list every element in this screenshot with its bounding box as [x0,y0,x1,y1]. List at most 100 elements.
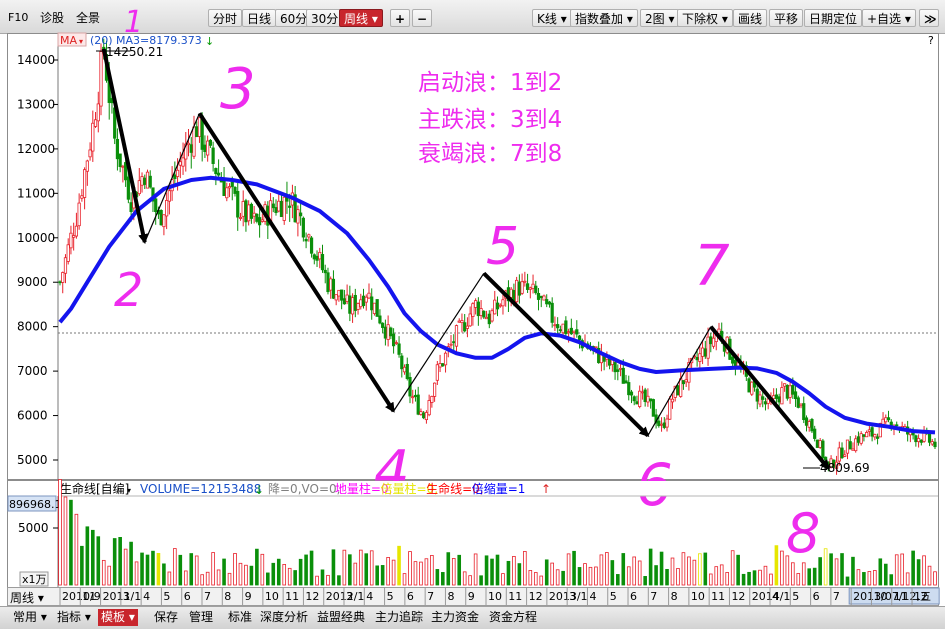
indicator-name[interactable]: 生命线[自编] [60,481,129,496]
price-y-tick-label: 10000 [17,231,55,245]
price-y-tick-label: 8000 [17,320,48,334]
volume-bar [883,563,888,586]
candle-body [359,299,363,308]
candle-body [383,326,387,339]
volume-bar [698,553,702,586]
volume-bar [812,567,817,586]
candle-body [318,251,322,260]
volume-bar [495,554,500,586]
volume-bar [523,551,527,586]
candle-body [490,310,494,322]
candle-body [214,168,218,175]
volume-bar [692,559,697,586]
tab-classic[interactable]: 益盟经典 [314,609,368,626]
ma-button[interactable]: MA [60,34,77,47]
candle-body [331,278,336,299]
x-axis-label: 3 [569,590,576,603]
volume-up-arrow-icon: ↑ [541,482,551,496]
candle-body [460,320,464,324]
volume-bar [873,570,877,586]
volume-bar [326,574,330,586]
x-axis-label: 10 [691,590,705,603]
candle-body [260,219,264,222]
candle-body [788,385,792,398]
candle-body [700,347,705,357]
candle-body [772,395,776,399]
volume-bar [900,553,904,586]
volume-bar [276,558,281,586]
candle-body [435,364,439,381]
volume-bar [320,569,325,586]
legend-item: 降=0,VO=0, [268,482,340,496]
chart-canvas[interactable]: 14000 13000 12000 11000 10000 9000 8000 7000 600… [0,0,945,628]
candle-body [96,103,100,122]
volume-bar [413,561,418,586]
candle-body [189,144,193,153]
x-axis-label: 12 [914,590,928,603]
candle-body [482,310,486,318]
candle-body [389,327,393,337]
volume-bar [244,564,248,586]
candle-body [553,324,557,327]
candle-body [474,300,478,308]
volume-bar [249,565,254,586]
candle-body [564,320,568,335]
volume-bar [386,557,390,586]
x-axis-label: 11 [508,590,522,603]
tab-main-tracking[interactable]: 主力追踪 [372,609,426,626]
tab-standard[interactable]: 标准 [225,609,255,626]
candle-body [307,234,311,238]
candle-body [711,337,716,347]
tab-deep-analysis[interactable]: 深度分析 [257,609,311,626]
volume-bar [484,555,489,586]
volume-bar [703,552,708,586]
candle-body [802,403,806,421]
x-axis-label: 6 [184,590,191,603]
tab-save[interactable]: 保存 [151,609,181,626]
candle-body [815,439,820,448]
volume-bar [162,563,166,586]
candle-body [91,122,95,152]
volume-bar [840,553,844,586]
volume-bar [670,557,675,586]
tab-indicator[interactable]: 指标 ▾ [54,609,94,626]
volume-bar [533,572,538,586]
volume-bar [107,565,112,586]
candle-body [495,302,500,310]
tab-fund-equation[interactable]: 资金方程 [486,609,540,626]
candle-body [381,322,385,328]
indicator-dropdown-icon[interactable]: ▾ [127,486,131,495]
volume-bar [183,570,188,586]
volume-bar [725,572,729,586]
candle-body [848,441,852,450]
wave-number-1: 1 [124,5,143,40]
candle-body [796,397,800,408]
tab-common[interactable]: 常用 ▾ [10,609,50,626]
tab-main-funds[interactable]: 主力资金 [428,609,482,626]
volume-bar [123,548,128,586]
candle-body [670,398,675,403]
candle-body [173,174,177,179]
volume-bar [845,576,850,586]
ma-dropdown-icon[interactable]: ▾ [79,37,83,46]
price-y-tick-label: 9000 [17,275,48,289]
candle-body [115,138,120,160]
x-axis-label: 7 [427,590,434,603]
candle-body [703,348,707,357]
candle-body [629,391,634,396]
high-price-label: 14250.21 [106,45,163,59]
candle-body [430,396,434,403]
candle-body [471,303,475,317]
volume-bar [331,549,336,586]
help-icon[interactable]: ? [928,34,934,47]
candle-body [646,395,650,403]
tab-template[interactable]: 模板 ▾ [98,609,138,626]
candle-body [211,147,215,164]
candle-body [58,281,62,284]
tab-manage[interactable]: 管理 [186,609,216,626]
candle-body [577,335,582,340]
candle-body [162,214,166,228]
candle-body [378,315,382,324]
volume-bar [796,573,801,586]
volume-bar [905,572,910,586]
